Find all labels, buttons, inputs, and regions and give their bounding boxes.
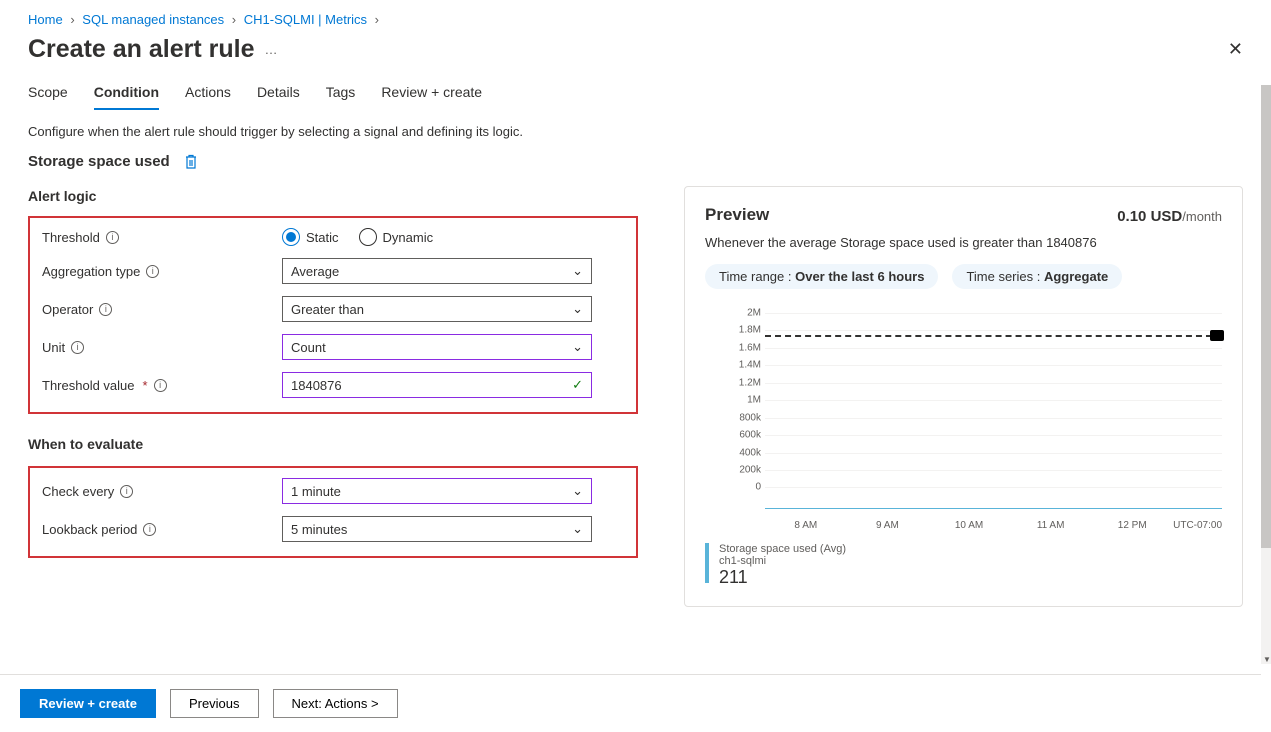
footer: Review + create Previous Next: Actions > [0, 674, 1261, 732]
delete-icon[interactable] [184, 154, 198, 170]
aggregation-label: Aggregation type [42, 264, 140, 279]
next-button[interactable]: Next: Actions > [273, 689, 398, 718]
check-every-label: Check every [42, 484, 114, 499]
aggregation-select[interactable]: Average⌄ [282, 258, 592, 284]
info-icon[interactable]: i [71, 341, 84, 354]
check-icon: ✓ [572, 377, 583, 393]
bc-sqlmi[interactable]: SQL managed instances [82, 12, 224, 27]
chevron-down-icon: ⌄ [572, 521, 583, 537]
tab-condition[interactable]: Condition [94, 78, 159, 110]
tab-review[interactable]: Review + create [381, 78, 482, 110]
radio-static[interactable]: Static [282, 228, 339, 246]
unit-select[interactable]: Count⌄ [282, 334, 592, 360]
signal-name: Storage space used [28, 153, 170, 170]
unit-label: Unit [42, 340, 65, 355]
operator-label: Operator [42, 302, 93, 317]
pill-time-series[interactable]: Time series : Aggregate [952, 264, 1122, 289]
pill-time-range[interactable]: Time range : Over the last 6 hours [705, 264, 938, 289]
bc-home[interactable]: Home [28, 12, 63, 27]
info-icon[interactable]: i [146, 265, 159, 278]
operator-select[interactable]: Greater than⌄ [282, 296, 592, 322]
threshold-value-input[interactable]: 1840876✓ [282, 372, 592, 398]
alert-logic-group: Threshold i Static Dynamic Aggregation ty… [28, 216, 638, 414]
threshold-value-label: Threshold value [42, 378, 135, 393]
close-icon[interactable]: ✕ [1228, 39, 1243, 60]
chevron-down-icon: ⌄ [572, 483, 583, 499]
previous-button[interactable]: Previous [170, 689, 259, 718]
scroll-down-icon[interactable]: ▼ [1263, 655, 1271, 664]
alert-logic-heading: Alert logic [28, 188, 638, 204]
info-icon[interactable]: i [106, 231, 119, 244]
tab-actions[interactable]: Actions [185, 78, 231, 110]
check-every-select[interactable]: 1 minute⌄ [282, 478, 592, 504]
preview-panel: Preview 0.10 USD/month Whenever the aver… [684, 186, 1243, 607]
when-evaluate-heading: When to evaluate [28, 436, 638, 452]
scrollbar[interactable]: ▲ ▼ [1261, 85, 1271, 664]
when-evaluate-group: Check everyi 1 minute⌄ Lookback periodi … [28, 466, 638, 558]
chart-legend: Storage space used (Avg) ch1-sqlmi 211 [705, 543, 1222, 588]
price: 0.10 USD/month [1117, 208, 1222, 225]
chevron-down-icon: ⌄ [572, 263, 583, 279]
chevron-right-icon: › [232, 12, 236, 27]
preview-chart: 0200k400k600k800k1M1.2M1.4M1.6M1.8M2M 8 … [705, 313, 1222, 533]
threshold-label: Threshold [42, 230, 100, 245]
tab-description: Configure when the alert rule should tri… [0, 110, 1271, 153]
tab-details[interactable]: Details [257, 78, 300, 110]
info-icon[interactable]: i [120, 485, 133, 498]
preview-description: Whenever the average Storage space used … [705, 235, 1222, 250]
lookback-label: Lookback period [42, 522, 137, 537]
chevron-down-icon: ⌄ [572, 301, 583, 317]
more-icon[interactable]: … [265, 42, 278, 57]
breadcrumb: Home › SQL managed instances › CH1-SQLMI… [0, 0, 1271, 31]
radio-dynamic[interactable]: Dynamic [359, 228, 434, 246]
info-icon[interactable]: i [154, 379, 167, 392]
lookback-select[interactable]: 5 minutes⌄ [282, 516, 592, 542]
info-icon[interactable]: i [143, 523, 156, 536]
tab-scope[interactable]: Scope [28, 78, 68, 110]
info-icon[interactable]: i [99, 303, 112, 316]
bc-metrics[interactable]: CH1-SQLMI | Metrics [244, 12, 367, 27]
review-create-button[interactable]: Review + create [20, 689, 156, 718]
page-title: Create an alert rule [28, 35, 255, 64]
preview-heading: Preview [705, 205, 769, 225]
tab-tags[interactable]: Tags [326, 78, 356, 110]
scrollbar-thumb[interactable] [1261, 85, 1271, 548]
tabs: Scope Condition Actions Details Tags Rev… [0, 78, 1271, 110]
chevron-right-icon: › [70, 12, 74, 27]
chevron-down-icon: ⌄ [572, 339, 583, 355]
chevron-right-icon: › [375, 12, 379, 27]
